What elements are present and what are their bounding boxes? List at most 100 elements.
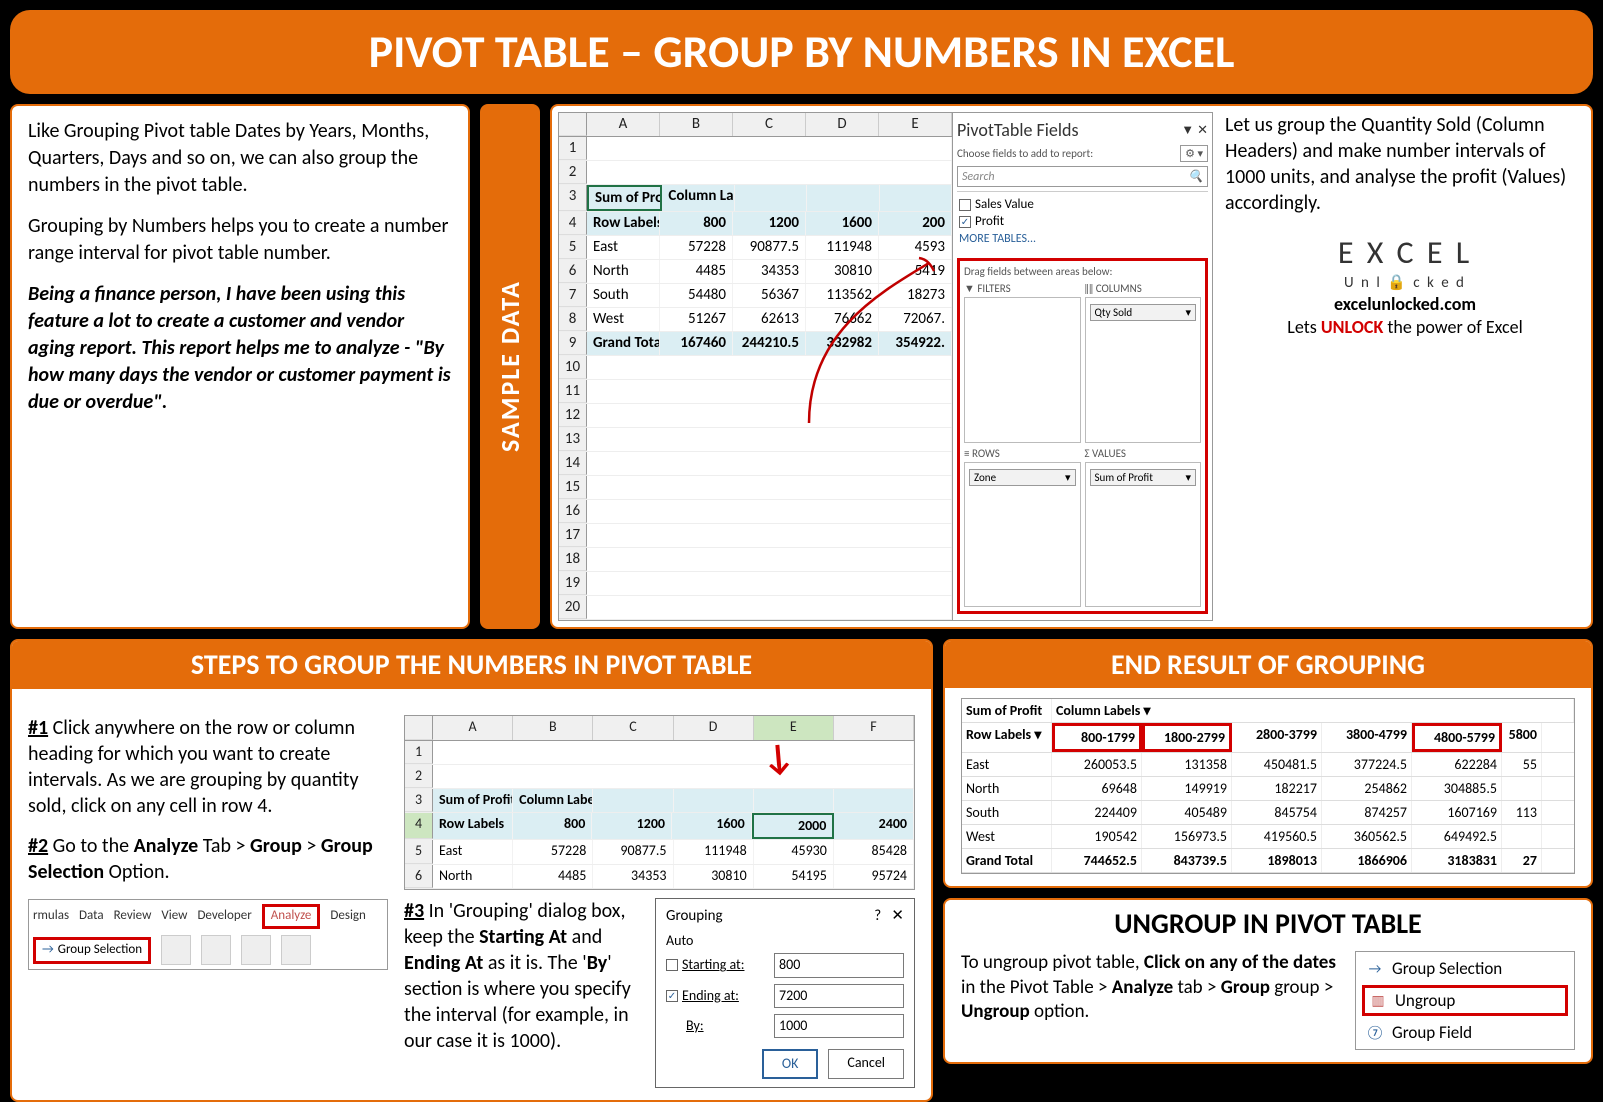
brand-logo: E X C E L U n l 🔒 c k e d [1225, 232, 1585, 293]
field-profit[interactable]: ✓ Profit [959, 213, 1206, 230]
help-icon[interactable]: ? [874, 907, 881, 925]
menu-group-selection[interactable]: → Group Selection [1362, 956, 1568, 981]
dialog-title: Grouping ? ✕ [666, 907, 904, 933]
gear-icon[interactable]: ⚙ ▾ [1180, 145, 1208, 162]
lock-icon: 🔒 [1387, 274, 1408, 292]
result-title: END RESULT OF GROUPING [945, 641, 1591, 688]
sheet-row-7: 7 South 54480 56367 113562 18273 [559, 284, 952, 308]
table-row: East 260053.5 131358 450481.5 377224.5 6… [962, 753, 1574, 777]
areas-title: Drag fields between areas below: [964, 265, 1201, 278]
ungroup-text: To ungroup pivot table, Click on any of … [961, 951, 1345, 1025]
filters-zone[interactable]: ▼ FILTERS [964, 282, 1081, 443]
steps-panel: STEPS TO GROUP THE NUMBERS IN PIVOT TABL… [10, 639, 933, 1102]
tab-review[interactable]: Review [114, 908, 152, 925]
col-headers: A B C D E [559, 113, 952, 137]
fields-areas: Drag fields between areas below: ▼ FILTE… [957, 258, 1208, 614]
col-e: E [879, 113, 952, 136]
sample-data-tab: SAMPLE DATA [480, 104, 540, 629]
group-selection-button[interactable]: → Group Selection [33, 937, 151, 964]
page-title: PIVOT TABLE – GROUP BY NUMBERS IN EXCEL [10, 10, 1593, 94]
col-a: A [587, 113, 660, 136]
more-tables-link[interactable]: MORE TABLES... [959, 230, 1206, 248]
rows-zone[interactable]: ≡ ROWS Zone▾ [964, 447, 1081, 608]
ending-at-input[interactable]: 7200 [774, 984, 904, 1008]
close-icon[interactable]: ▼ ✕ [1181, 122, 1208, 138]
starting-at-row: Starting at: 800 [666, 950, 904, 980]
ungroup-panel: UNGROUP IN PIVOT TABLE To ungroup pivot … [943, 898, 1593, 1064]
search-icon: 🔍 [1188, 169, 1203, 184]
ribbon-tool-icon[interactable] [281, 935, 311, 965]
table-row: West 190542 156973.5 419560.5 360562.5 6… [962, 825, 1574, 849]
fields-search[interactable]: Search 🔍 [957, 166, 1208, 187]
auto-label: Auto [666, 932, 904, 950]
column-field-qty[interactable]: Qty Sold▾ [1090, 304, 1197, 321]
sample-right-text: Let us group the Quantity Sold (Column H… [1225, 112, 1585, 621]
fields-list: Sales Value ✓ Profit MORE TABLES... [957, 191, 1208, 252]
top-row: Like Grouping Pivot table Dates by Years… [10, 104, 1593, 629]
starting-at-input[interactable]: 800 [774, 953, 904, 977]
steps-left-col: #1 Click anywhere on the row or column h… [28, 715, 388, 1088]
cancel-button[interactable]: Cancel [828, 1049, 904, 1079]
table-row: North 69648 149919 182217 254862 304885.… [962, 777, 1574, 801]
bottom-row: STEPS TO GROUP THE NUMBERS IN PIVOT TABL… [10, 639, 1593, 1102]
table-row-total: Grand Total 744652.5 843739.5 1898013 18… [962, 849, 1574, 873]
fields-pane-subtitle: Choose fields to add to report: ⚙ ▾ [957, 145, 1208, 162]
sheet-row-8: 8 West 51267 62613 76662 72067. [559, 308, 952, 332]
sheet-row-2: 2 [559, 161, 952, 185]
steps-title: STEPS TO GROUP THE NUMBERS IN PIVOT TABL… [12, 641, 931, 689]
value-field-profit[interactable]: Sum of Profit▾ [1090, 469, 1197, 486]
close-icon[interactable]: ✕ [891, 907, 904, 925]
tab-analyze[interactable]: Analyze [262, 904, 321, 929]
ending-at-row: ✓Ending at: 7200 [666, 981, 904, 1011]
sheet-row-9: 9 Grand Total 167460 244210.5 332982 354… [559, 332, 952, 356]
col-c: C [733, 113, 806, 136]
by-input[interactable]: 1000 [774, 1014, 904, 1038]
columns-zone[interactable]: ‖‖ COLUMNS Qty Sold▾ [1085, 282, 1202, 443]
intro-p2: Grouping by Numbers helps you to create … [28, 213, 452, 267]
col-b: B [660, 113, 733, 136]
grouping-dialog: Grouping ? ✕ Auto Starting at: 800 ✓Endi… [655, 898, 915, 1088]
brand-tagline: Lets UNLOCK the power of Excel [1225, 316, 1585, 339]
tab-developer[interactable]: Developer [197, 908, 251, 925]
checkbox-icon[interactable] [666, 959, 678, 971]
brand-block: E X C E L U n l 🔒 c k e d excelunlocked.… [1225, 232, 1585, 340]
menu-ungroup[interactable]: ▥ Ungroup [1362, 985, 1568, 1016]
sheet-row-4: 4 Row Labels 800 1200 1600 200 [559, 212, 952, 236]
table-row: South 224409 405489 845754 874257 160716… [962, 801, 1574, 825]
sheet-area: A B C D E 1 2 3 Sum of Profit Column Lab… [559, 113, 952, 620]
tab-design[interactable]: Design [330, 908, 365, 925]
field-sales-value[interactable]: Sales Value [959, 196, 1206, 213]
selected-cell-2000[interactable]: 2000 [752, 813, 835, 839]
sheet-row-5: 5 East 57228 90877.5 111948 4593 [559, 236, 952, 260]
intro-p3: Being a finance person, I have been usin… [28, 281, 452, 416]
row-field-zone[interactable]: Zone▾ [969, 469, 1076, 486]
ribbon-tool-icon[interactable] [241, 935, 271, 965]
fields-pane-title: PivotTable Fields ▼ ✕ [957, 119, 1208, 141]
tab-data[interactable]: Data [79, 908, 104, 925]
tab-formulas[interactable]: rmulas [33, 908, 69, 925]
ribbon-tabs: rmulas Data Review View Developer Analyz… [33, 904, 383, 929]
ungroup-icon: ▥ [1369, 992, 1387, 1010]
result-panel: END RESULT OF GROUPING Sum of Profit Col… [943, 639, 1593, 888]
ribbon-tool-icon[interactable] [161, 935, 191, 965]
checkbox-icon[interactable] [959, 199, 971, 211]
checkbox-checked-icon[interactable]: ✓ [959, 216, 971, 228]
arrow-right-icon: → [42, 942, 54, 959]
intro-p1: Like Grouping Pivot table Dates by Years… [28, 118, 452, 199]
sheet-row-1: 1 [559, 137, 952, 161]
col-d: D [806, 113, 879, 136]
sheet-row-6: 6 North 4485 34353 30810 5419 [559, 260, 952, 284]
step-3: #3 In 'Grouping' dialog box, keep the St… [404, 898, 643, 1088]
ribbon-tool-icon[interactable] [201, 935, 231, 965]
checkbox-checked-icon[interactable]: ✓ [666, 990, 678, 1002]
ok-button[interactable]: OK [762, 1049, 819, 1079]
tab-view[interactable]: View [161, 908, 187, 925]
sample-description: Let us group the Quantity Sold (Column H… [1225, 112, 1585, 216]
sheet-row-3: 3 Sum of Profit Column Labels [559, 185, 952, 212]
arrow-right-icon: → [1366, 960, 1384, 978]
menu-group-field[interactable]: ⑦ Group Field [1362, 1020, 1568, 1045]
pivot-fields-pane: PivotTable Fields ▼ ✕ Choose fields to a… [952, 113, 1212, 620]
right-column: END RESULT OF GROUPING Sum of Profit Col… [943, 639, 1593, 1102]
analyze-ribbon: rmulas Data Review View Developer Analyz… [28, 899, 388, 970]
values-zone[interactable]: Σ VALUES Sum of Profit▾ [1085, 447, 1202, 608]
